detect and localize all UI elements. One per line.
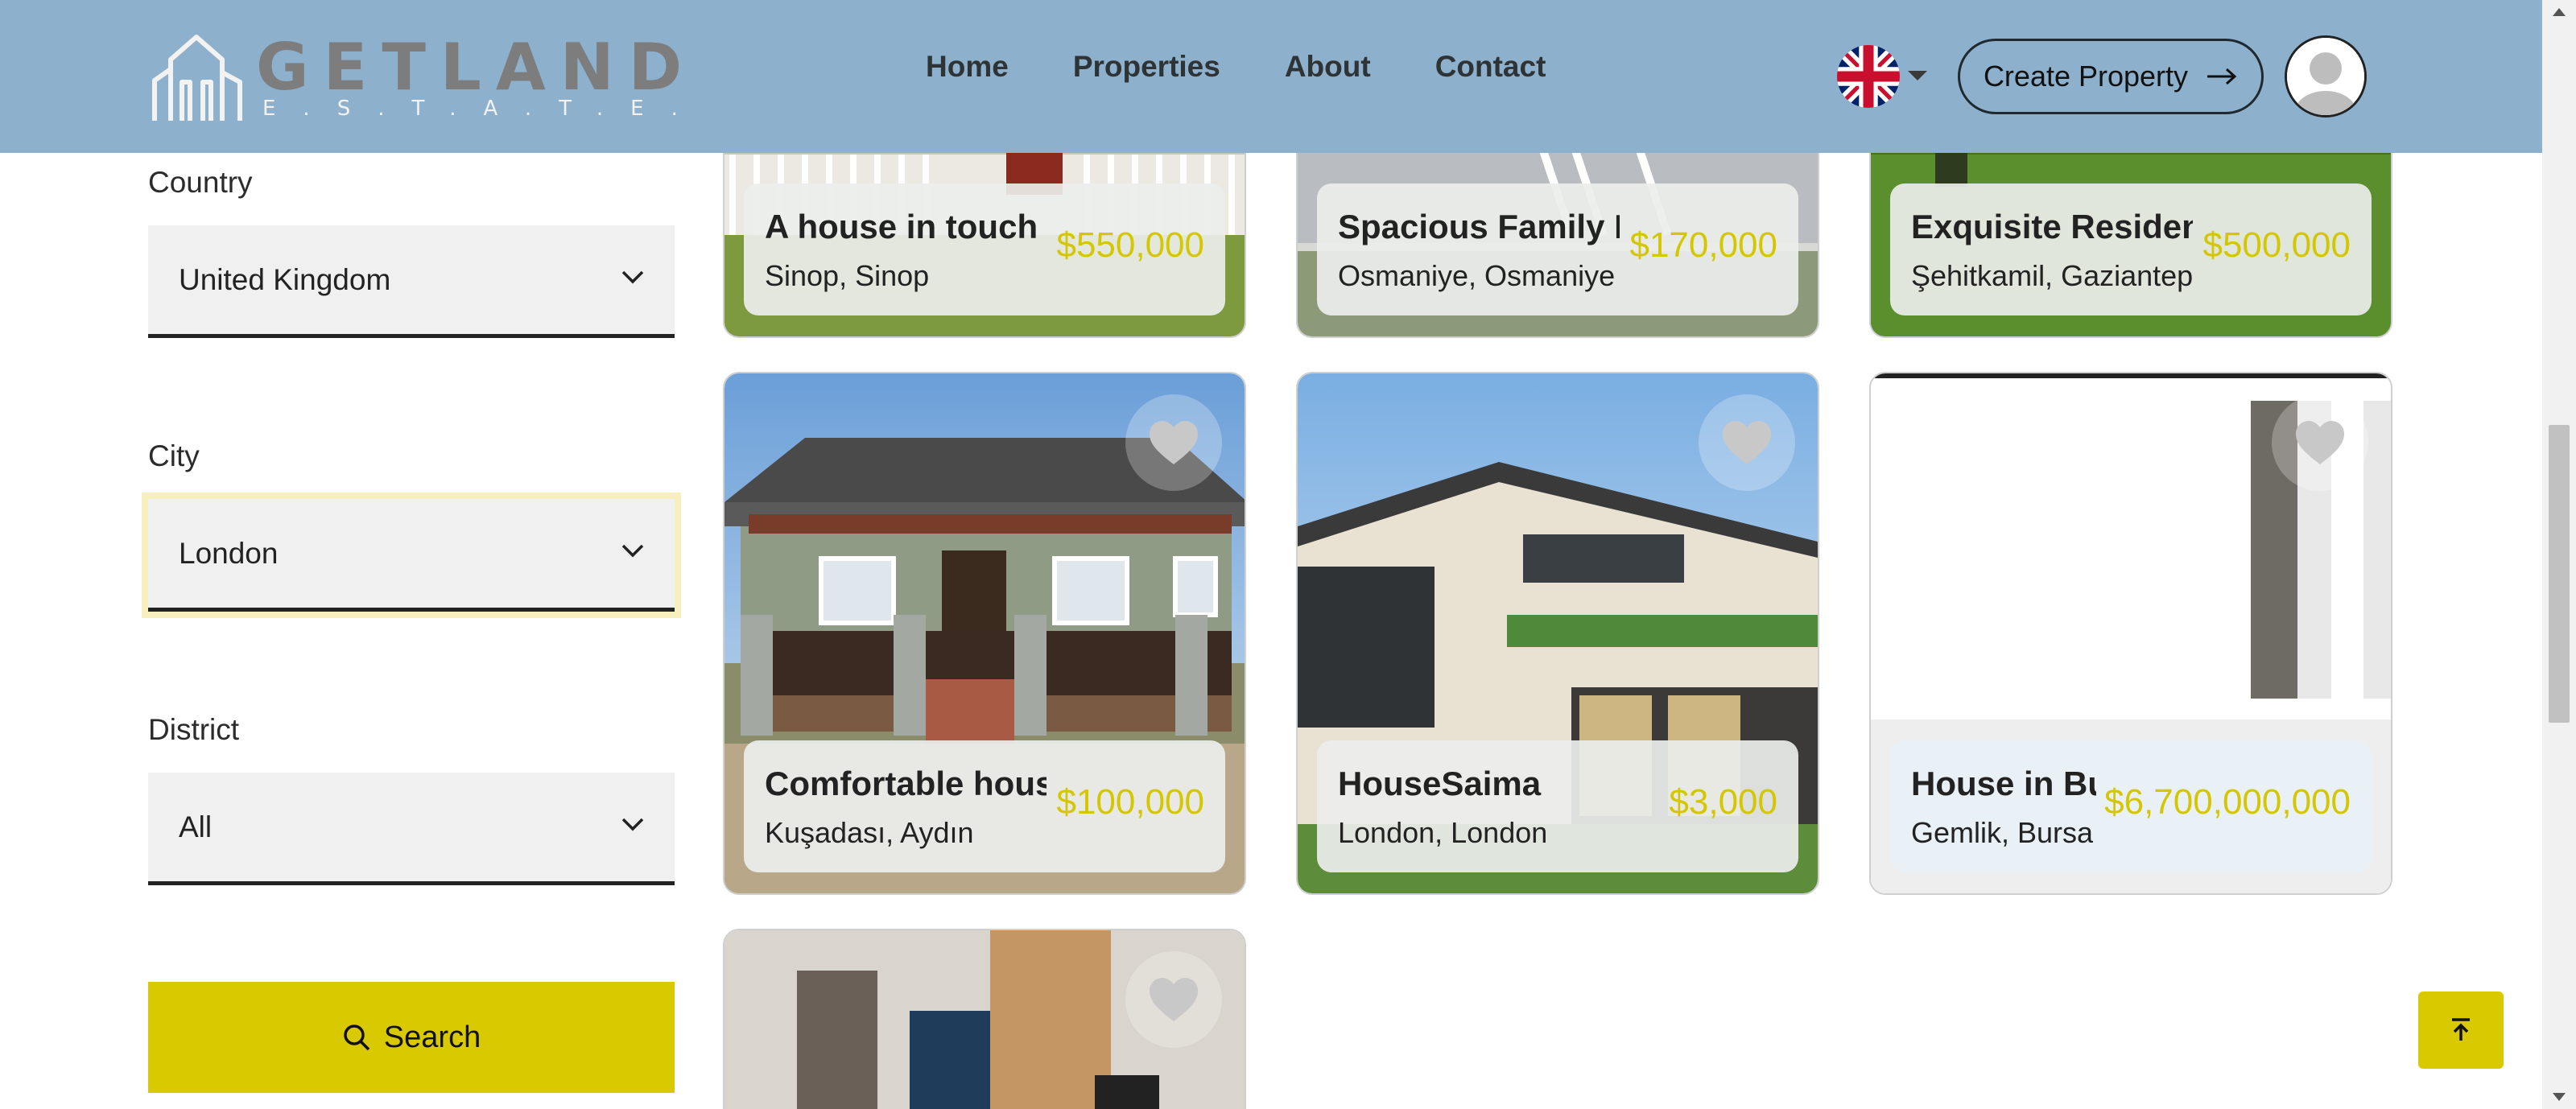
- property-price: $6,700,000,000: [2104, 782, 2351, 822]
- city-select[interactable]: London: [142, 493, 681, 618]
- property-card[interactable]: House in Burs Gemlik, Bursa $6,700,000,0…: [1869, 372, 2392, 895]
- page-scrollbar[interactable]: [2542, 0, 2576, 1109]
- property-title: House in Burs: [1911, 765, 2096, 802]
- property-location: Kuşadası, Aydın: [765, 816, 974, 849]
- heart-icon: [1150, 421, 1198, 464]
- chevron-down-icon: [1908, 71, 1927, 80]
- search-label: Search: [383, 1020, 481, 1054]
- create-property-button[interactable]: Create Property: [1958, 39, 2264, 114]
- property-info: HouseSaima London, London $3,000: [1317, 740, 1798, 872]
- create-property-label: Create Property: [1983, 60, 2189, 93]
- site-header: GETLAND E.S.T.A.T.E. Home Properties Abo…: [0, 0, 2576, 153]
- property-price: $500,000: [2202, 225, 2351, 265]
- nav-properties[interactable]: Properties: [1073, 50, 1220, 84]
- property-title: Spacious Family Ho: [1338, 208, 1620, 245]
- search-button[interactable]: Search: [148, 982, 675, 1093]
- logo-subtitle-text: E.S.T.A.T.E.: [262, 97, 705, 121]
- city-label: City: [148, 439, 200, 472]
- property-info: Exquisite Residenc Şehitkamil, Gaziantep…: [1890, 183, 2372, 315]
- scroll-up-arrow-icon[interactable]: [2553, 8, 2566, 16]
- heart-icon: [1723, 421, 1771, 464]
- scroll-thumb[interactable]: [2549, 425, 2570, 723]
- nav-about[interactable]: About: [1285, 50, 1371, 84]
- building-logo-icon: [152, 35, 242, 121]
- property-location: Şehitkamil, Gaziantep: [1911, 259, 2194, 292]
- property-location: Osmaniye, Osmaniye: [1338, 259, 1616, 292]
- nav-home[interactable]: Home: [926, 50, 1009, 84]
- property-info: A house in touch wi Sinop, Sinop $550,00…: [744, 183, 1225, 315]
- district-value: All: [179, 810, 213, 843]
- district-label: District: [148, 713, 240, 746]
- arrow-up-to-top-icon: [2452, 1018, 2470, 1041]
- property-price: $550,000: [1056, 225, 1204, 265]
- nav-contact[interactable]: Contact: [1435, 50, 1546, 84]
- property-title: A house in touch wi: [765, 208, 1046, 245]
- heart-icon: [2296, 421, 2344, 464]
- city-value: London: [179, 536, 279, 570]
- favorite-button[interactable]: [1125, 394, 1222, 491]
- property-price: $3,000: [1669, 782, 1777, 822]
- country-label: Country: [148, 166, 253, 199]
- favorite-button[interactable]: [2272, 394, 2368, 491]
- favorite-button[interactable]: [1125, 951, 1222, 1048]
- language-selector[interactable]: [1837, 45, 1927, 108]
- property-info: Comfortable house Kuşadası, Aydın $100,0…: [744, 740, 1225, 872]
- property-location: Gemlik, Bursa: [1911, 816, 2094, 849]
- user-avatar-icon: [2287, 38, 2364, 115]
- property-price: $100,000: [1056, 782, 1204, 822]
- country-select[interactable]: United Kingdom: [148, 225, 675, 338]
- property-price: $170,000: [1629, 225, 1777, 265]
- property-title: Comfortable house: [765, 765, 1046, 802]
- uk-flag-icon: [1837, 45, 1900, 108]
- search-icon: [344, 1024, 370, 1051]
- logo-wordmark: GETLAND: [256, 30, 697, 105]
- chevron-down-icon: [621, 818, 644, 831]
- logo-subtitle: E.S.T.A.T.E.: [262, 98, 705, 119]
- property-location: Sinop, Sinop: [765, 259, 930, 292]
- district-select[interactable]: All: [148, 773, 675, 885]
- chevron-down-icon: [621, 544, 644, 558]
- property-info: House in Burs Gemlik, Bursa $6,700,000,0…: [1890, 740, 2372, 872]
- property-card[interactable]: HouseSaima London, London $3,000: [1296, 372, 1819, 895]
- property-card[interactable]: Comfortable house Kuşadası, Aydın $100,0…: [723, 372, 1246, 895]
- property-info: Spacious Family Ho Osmaniye, Osmaniye $1…: [1317, 183, 1798, 315]
- property-title: Exquisite Residenc: [1911, 208, 2193, 245]
- scroll-down-arrow-icon[interactable]: [2553, 1093, 2566, 1101]
- property-title: HouseSaima: [1338, 765, 1542, 802]
- arrow-right-icon: [2207, 68, 2237, 85]
- chevron-down-icon: [621, 270, 644, 284]
- scroll-to-top-button[interactable]: [2418, 992, 2504, 1069]
- user-avatar[interactable]: [2285, 35, 2367, 117]
- property-card[interactable]: [723, 929, 1246, 1109]
- main-nav: Home Properties About Contact: [926, 50, 1546, 84]
- favorite-button[interactable]: [1699, 394, 1795, 491]
- property-location: London, London: [1338, 816, 1548, 849]
- heart-icon: [1150, 978, 1198, 1021]
- country-value: United Kingdom: [179, 262, 391, 296]
- getland-logo[interactable]: GETLAND E.S.T.A.T.E.: [150, 32, 682, 126]
